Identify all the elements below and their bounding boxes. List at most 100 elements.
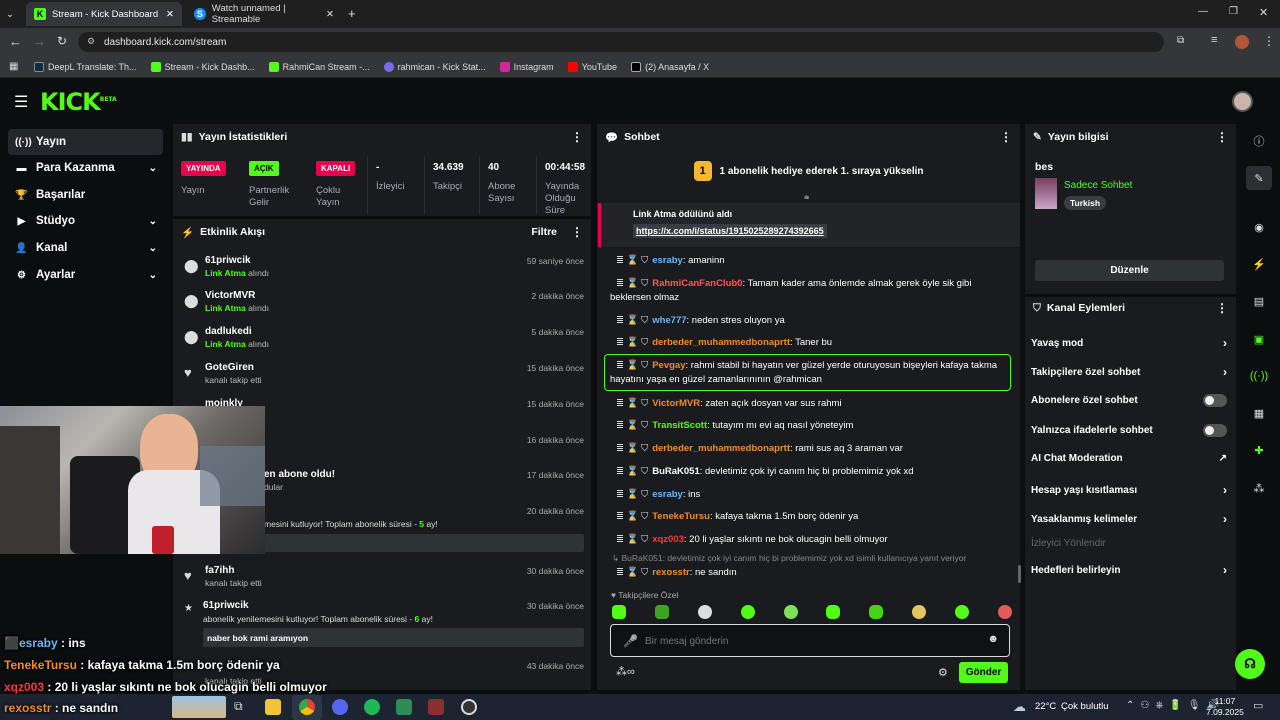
emote-icon[interactable] <box>826 605 841 619</box>
obs-icon[interactable] <box>461 699 477 715</box>
more-menu-icon[interactable]: ⋮ <box>1263 34 1275 48</box>
reload-icon[interactable]: ↻ <box>57 34 67 48</box>
more-options-icon[interactable]: ⋮ <box>1000 130 1012 144</box>
pencil-icon[interactable]: ✎ <box>1246 166 1272 190</box>
emote-icon[interactable] <box>997 605 1012 619</box>
edit-button[interactable]: Düzenle <box>1035 260 1224 281</box>
save-icon[interactable]: ▦ <box>1246 401 1272 425</box>
bookmark-rahmican-stream[interactable]: RahmiCan Stream -... <box>268 61 370 72</box>
wrench-icon[interactable]: ✚ <box>1246 438 1272 462</box>
emoji-icon[interactable]: ☻ <box>987 633 999 645</box>
bookmark-x[interactable]: (2) Anasayfa / X <box>631 61 709 72</box>
chat-message-input[interactable] <box>645 632 965 650</box>
account-age-item[interactable]: Hesap yaşı kısıtlaması › <box>1031 483 1227 497</box>
heart-icon: ♥ <box>184 568 192 583</box>
discord-icon[interactable] <box>332 699 348 715</box>
chat-bubble-icon[interactable]: ▣ <box>1246 327 1272 351</box>
bookmark-instagram[interactable]: Instagram <box>499 61 554 72</box>
apps-grid-icon[interactable]: ▦ <box>9 61 18 72</box>
emote-icon[interactable] <box>783 605 798 619</box>
emote-icon[interactable] <box>612 605 626 619</box>
chrome-icon[interactable] <box>299 699 315 715</box>
set-goals-item[interactable]: Hedefleri belirleyin › <box>1031 563 1227 577</box>
microphone-icon[interactable]: 🎤 <box>623 634 638 648</box>
notification-icon[interactable]: ▭ <box>1253 699 1263 712</box>
multistream-status[interactable]: KAPALI Çoklu Yayın <box>316 161 360 209</box>
followers-only-item[interactable]: Takipçilere özel sohbet › <box>1031 365 1227 379</box>
partner-status[interactable]: AÇIK Partnerlik Gelir <box>249 161 297 209</box>
sidebar-item-basarilar[interactable]: 🏆 Başarılar <box>8 182 163 208</box>
more-options-icon[interactable]: ⋮ <box>1216 130 1228 144</box>
site-info-icon[interactable]: ⚙ <box>87 36 95 47</box>
more-options-icon[interactable]: ⋮ <box>571 225 583 239</box>
more-options-icon[interactable]: ⋮ <box>1216 301 1228 315</box>
app-icon[interactable] <box>396 699 412 715</box>
more-options-icon[interactable]: ⋮ <box>571 130 583 144</box>
chat-scrollbar[interactable] <box>1018 565 1021 583</box>
bookmark-kick-stats[interactable]: rahmican - Kick Stat... <box>383 61 486 72</box>
app-icon[interactable] <box>428 699 444 715</box>
back-icon[interactable]: ← <box>9 34 22 49</box>
broadcast-icon[interactable]: ((·)) <box>1246 364 1272 388</box>
hamburger-menu-icon[interactable]: ☰ <box>14 92 28 112</box>
file-explorer-icon[interactable] <box>265 699 281 715</box>
spotify-icon[interactable] <box>364 699 380 715</box>
weather-widget-thumbnail[interactable] <box>172 696 226 718</box>
emote-icon[interactable] <box>740 605 755 619</box>
info-icon[interactable]: ⓘ <box>1246 129 1272 153</box>
tab-streamable[interactable]: S Watch unnamed | Streamable ✕ <box>186 2 342 26</box>
tab-menu-button[interactable]: ⌄ <box>2 2 22 26</box>
slow-mode-item[interactable]: Yavaş mod › <box>1031 336 1227 350</box>
camera-icon[interactable]: ◉ <box>1246 215 1272 239</box>
ai-moderation-item[interactable]: AI Chat Moderation ↗ <box>1031 453 1227 464</box>
close-icon[interactable]: ✕ <box>326 9 334 20</box>
url-bar[interactable]: ⚙ dashboard.kick.com/stream <box>78 32 1164 52</box>
sidebar-item-para-kazanma[interactable]: ▬ Para Kazanma ⌄ <box>8 155 163 181</box>
reward-link[interactable]: https://x.com/i/status/19150252892743926… <box>633 224 827 238</box>
clock[interactable]: 11:07 7.09.2025 <box>1206 696 1244 718</box>
close-window-icon[interactable]: ✕ <box>1259 6 1268 19</box>
subscribers-only-item[interactable]: Abonelere özel sohbet <box>1031 394 1227 407</box>
emote-icon[interactable] <box>654 605 669 619</box>
sidebar-item-studyo[interactable]: ▶ Stüdyo ⌄ <box>8 208 163 234</box>
emote-icon[interactable] <box>697 605 712 619</box>
points-icon[interactable]: ⁂∞ <box>616 665 635 678</box>
collapse-icon[interactable]: ⩧ <box>804 192 809 203</box>
bookmark-kick-dashboard[interactable]: Stream - Kick Dashb... <box>150 61 255 72</box>
emote-icon[interactable] <box>869 605 884 619</box>
filter-button[interactable]: Filtre <box>531 226 557 238</box>
extensions-icon[interactable]: ⧉ <box>1177 35 1184 46</box>
gear-icon[interactable]: ⚙ <box>938 666 948 679</box>
sidebar-item-kanal[interactable]: 👤 Kanal ⌄ <box>8 235 163 261</box>
emotes-only-toggle[interactable] <box>1203 424 1227 437</box>
task-view-icon[interactable]: ⧉ <box>234 699 243 714</box>
category-link[interactable]: Sadece Sohbet <box>1064 180 1132 191</box>
subscribers-only-toggle[interactable] <box>1203 394 1227 407</box>
points-icon[interactable]: ⁂ <box>1246 476 1272 500</box>
live-badge: YAYINDA <box>181 161 226 176</box>
bookmark-youtube[interactable]: YouTube <box>567 61 617 72</box>
pinned-gift-banner[interactable]: 1 1 abonelik hediye ederek 1. sıraya yük… <box>597 152 1020 190</box>
document-icon[interactable]: ▤ <box>1246 289 1272 313</box>
sidebar-item-yayin[interactable]: ((·)) Yayın <box>8 129 163 155</box>
lightning-icon[interactable]: ⚡ <box>1246 252 1272 276</box>
sidebar-item-ayarlar[interactable]: ⚙ Ayarlar ⌄ <box>8 262 163 288</box>
support-button[interactable]: ☊ <box>1235 649 1265 679</box>
media-icon[interactable]: ≡ <box>1211 34 1217 46</box>
tab-kick-dashboard[interactable]: K Stream - Kick Dashboard ✕ <box>26 2 182 26</box>
new-tab-icon[interactable]: + <box>348 6 356 21</box>
restore-icon[interactable]: ❐ <box>1229 6 1238 17</box>
kick-logo[interactable]: KICKBETA <box>40 88 117 116</box>
send-button[interactable]: Gönder <box>959 662 1008 683</box>
banned-words-item[interactable]: Yasaklanmış kelimeler › <box>1031 512 1227 526</box>
profile-avatar-icon[interactable] <box>1235 35 1249 49</box>
emote-icon[interactable] <box>912 605 927 619</box>
emotes-only-item[interactable]: Yalnızca ifadelerle sohbet <box>1031 424 1227 437</box>
emote-icon[interactable] <box>955 605 969 619</box>
close-icon[interactable]: ✕ <box>166 9 174 20</box>
user-avatar[interactable] <box>1232 91 1253 112</box>
chat-input-box[interactable]: 🎤 ☻ <box>610 624 1010 657</box>
minimize-icon[interactable]: — <box>1198 6 1208 17</box>
bookmark-deepl[interactable]: DeepL Translate: Th... <box>34 61 137 72</box>
forward-icon[interactable]: → <box>33 34 46 49</box>
